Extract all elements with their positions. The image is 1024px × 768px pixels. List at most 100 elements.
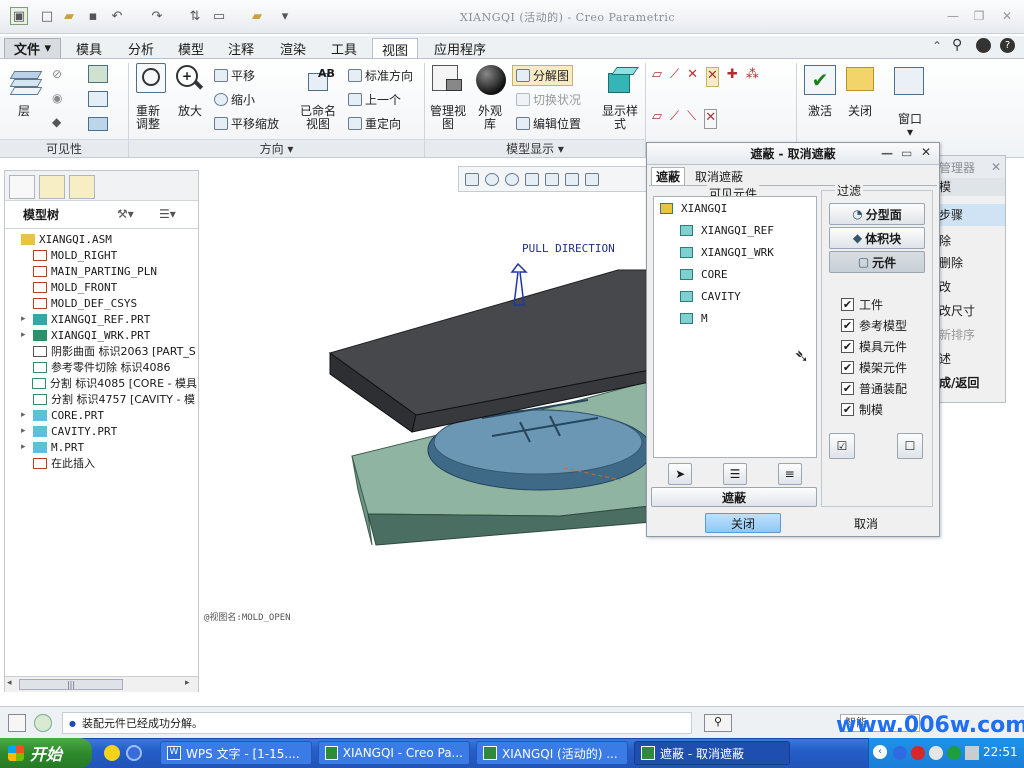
pan-zoom-button[interactable]: 平移缩放 <box>214 115 279 132</box>
manager-item[interactable]: 模 <box>931 178 1005 196</box>
find-icon[interactable]: ⚲ <box>704 714 732 732</box>
tree-item[interactable]: ▸ XIANGQI_REF.PRT <box>9 311 197 327</box>
dialog-close-icon[interactable]: ✕ <box>921 145 931 159</box>
previous-view-button[interactable]: 上一个 <box>348 91 401 108</box>
saved-views-icon[interactable]: AB <box>306 67 336 93</box>
task-blank-dialog[interactable]: 遮蔽 - 取消遮蔽 <box>634 741 790 765</box>
filter-volume-button[interactable]: ◆ 体积块 <box>829 227 925 249</box>
close-button[interactable]: 关闭 <box>848 105 872 118</box>
tab-tools[interactable]: 工具 <box>321 38 367 59</box>
tab-file[interactable]: 文件 ▾ <box>4 38 62 59</box>
customize-toolbar-icon[interactable]: ▾ <box>276 7 294 25</box>
save-icon[interactable]: ▪ <box>84 7 102 25</box>
tree-item[interactable]: 分割 标识4757 [CAVITY - 模 <box>9 391 197 407</box>
app-icon[interactable]: ▣ <box>10 7 28 25</box>
tree-item[interactable]: MOLD_RIGHT <box>9 247 197 263</box>
tree-item[interactable]: ▸ CAVITY.PRT <box>9 423 197 439</box>
tray-network-icon[interactable] <box>929 746 943 760</box>
undo-icon[interactable]: ↶ <box>108 7 126 25</box>
close-icon[interactable]: ✕ <box>998 8 1016 24</box>
tray-security-icon[interactable] <box>911 746 925 760</box>
zoom-in-button[interactable]: 放大 <box>178 105 202 118</box>
manage-views-button[interactable]: 管理视 图 <box>430 105 466 131</box>
point-display-icon[interactable]: ✕ <box>687 67 698 87</box>
status-icon[interactable]: ◆ <box>52 115 66 129</box>
new-file-icon[interactable]: □ <box>38 7 56 25</box>
manage-views-icon[interactable] <box>432 65 464 95</box>
redo-icon[interactable]: ↷ <box>148 7 166 25</box>
clock[interactable]: 22:51 <box>983 745 1018 759</box>
tab-mold[interactable]: 模具 <box>66 38 112 59</box>
reorient-button[interactable]: 重定向 <box>348 115 401 132</box>
collapse-ribbon-icon[interactable]: ⌃ <box>932 39 942 53</box>
tree-item[interactable]: 分割 标识4085 [CORE - 模具 <box>9 375 197 391</box>
search-icon[interactable]: ⚲ <box>952 37 962 53</box>
manager-item[interactable]: 除 <box>939 232 951 249</box>
expand-arrow-icon[interactable]: ▸ <box>21 314 33 324</box>
filter-parting-surface-button[interactable]: ◔ 分型面 <box>829 203 925 225</box>
tab-annotate[interactable]: 注释 <box>218 38 264 59</box>
restore-icon[interactable]: ❐ <box>970 8 988 24</box>
close-window-icon[interactable]: ▰ <box>248 7 266 25</box>
tree-item[interactable]: ▸ XIANGQI_WRK.PRT <box>9 327 197 343</box>
tab-view[interactable]: 视图 <box>372 38 419 59</box>
checkbox-icon[interactable]: ✔ <box>841 403 854 416</box>
tree-item[interactable]: MAIN_PARTING_PLN <box>9 263 197 279</box>
uncheck-all-icon[interactable]: ☐ <box>897 433 923 459</box>
refit-button[interactable]: 重新 调整 <box>136 105 160 131</box>
community-icon[interactable] <box>976 38 991 53</box>
cancel-button[interactable]: 取消 <box>847 513 885 533</box>
tree-item[interactable]: 参考零件切除 标识4086 <box>9 359 197 375</box>
component-item[interactable]: XIANGQI_REF <box>654 219 816 241</box>
task-creo-1[interactable]: XIANGQI - Creo Pa... <box>318 741 470 765</box>
qq-icon[interactable] <box>104 745 120 761</box>
show-icon[interactable]: ◉ <box>52 91 66 105</box>
tab-blank[interactable]: 遮蔽 <box>651 167 686 185</box>
tree-item[interactable]: MOLD_FRONT <box>9 279 197 295</box>
layers-button[interactable]: 层 <box>18 105 30 118</box>
csys-tag-icon[interactable]: ✕ <box>704 109 718 129</box>
start-button[interactable]: 开始 <box>0 738 92 768</box>
expand-arrow-icon[interactable]: ▸ <box>21 426 33 436</box>
activate-button[interactable]: 激活 <box>808 105 832 118</box>
blank-button[interactable]: 遮蔽 <box>651 487 817 507</box>
task-creo-2[interactable]: XIANGQI (活动的) ... <box>476 741 628 765</box>
tree-settings-icon[interactable]: ⚒▾ <box>117 207 137 223</box>
select-pointer-icon[interactable]: ➤ <box>668 463 693 485</box>
select-all-icon[interactable]: ☰ <box>722 463 747 485</box>
toggle-status-button[interactable]: 切换状况 <box>516 91 581 108</box>
tree-item[interactable]: ▸ CORE.PRT <box>9 407 197 423</box>
tab-unblank[interactable]: 取消遮蔽 <box>691 167 747 185</box>
visibility-manager-icon[interactable] <box>88 65 108 83</box>
tray-update-icon[interactable] <box>947 746 961 760</box>
visible-components-list[interactable]: XIANGQI XIANGQI_REF XIANGQI_WRK CORE CAVITY M <box>653 196 817 458</box>
hide-icon[interactable]: ⊘ <box>52 67 66 81</box>
filter-checkbox[interactable]: ✔ 模架元件 <box>841 357 931 378</box>
tree-item[interactable]: XIANGQI.ASM <box>9 231 197 247</box>
manager-item[interactable]: 步骤 <box>931 204 1005 226</box>
tray-app-icon[interactable] <box>893 746 907 760</box>
manager-item[interactable]: 新排序 <box>939 326 975 343</box>
filter-component-button[interactable]: ▢ 元件 <box>829 251 925 273</box>
scroll-left-icon[interactable]: ◂ <box>7 678 12 688</box>
filter-checkbox[interactable]: ✔ 参考模型 <box>841 315 931 336</box>
deselect-all-icon[interactable]: ≡ <box>777 463 802 485</box>
model-tree-tab-icon[interactable] <box>9 175 35 199</box>
task-wps[interactable]: W WPS 文字 - [1-15.... <box>160 741 312 765</box>
tray-expand-icon[interactable]: ‹ <box>873 745 887 759</box>
show-all-icon[interactable] <box>88 117 108 131</box>
checkbox-icon[interactable]: ✔ <box>841 361 854 374</box>
checkbox-icon[interactable]: ✔ <box>841 340 854 353</box>
model-display-group-label[interactable]: 模型显示 ▾ <box>425 139 645 157</box>
manager-item[interactable]: 述 <box>939 350 951 367</box>
plane-tag-icon[interactable]: ▱ <box>652 109 662 129</box>
zoom-out-button[interactable]: 缩小 <box>214 91 255 108</box>
checkbox-icon[interactable]: ✔ <box>841 298 854 311</box>
component-item[interactable]: XIANGQI_WRK <box>654 241 816 263</box>
tree-filters-icon[interactable]: ☰▾ <box>159 207 183 223</box>
manager-item[interactable]: 删除 <box>939 254 963 271</box>
volume-icon[interactable] <box>965 746 979 760</box>
window-button[interactable]: 窗口 ▾ <box>898 113 922 139</box>
axis-tag-icon[interactable]: ⟋ <box>670 109 679 129</box>
dialog-minimize-icon[interactable]: — <box>881 146 893 160</box>
